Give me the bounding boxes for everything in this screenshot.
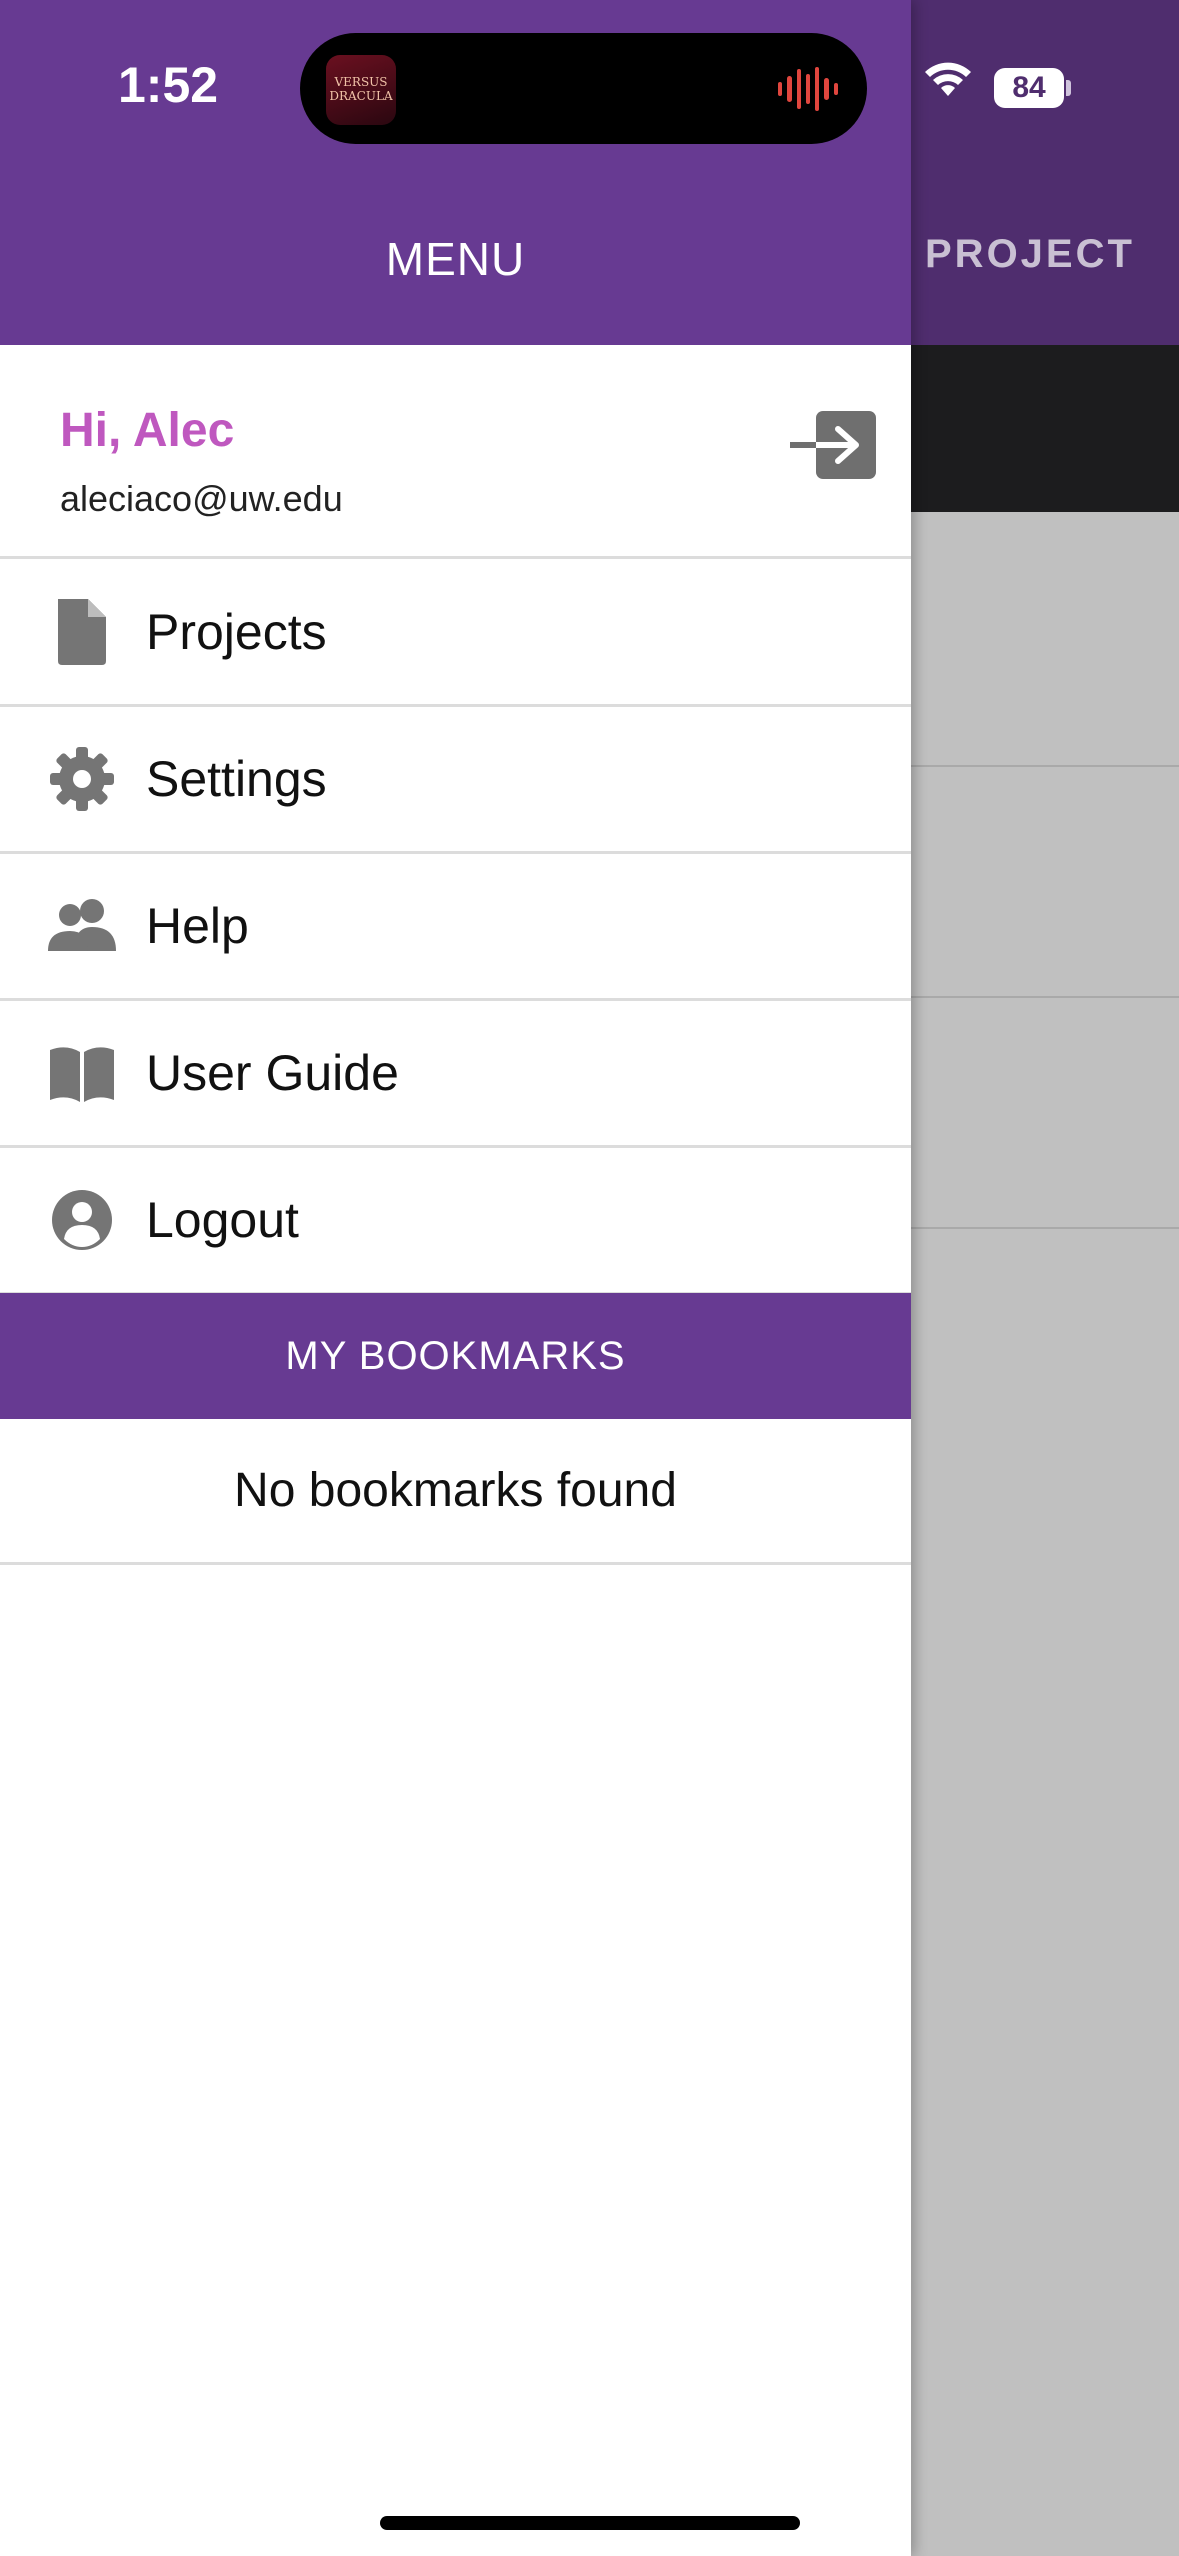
bookmarks-empty-message: No bookmarks found bbox=[0, 1419, 911, 1565]
menu-title: MENU bbox=[385, 233, 526, 285]
user-email: aleciaco@uw.edu bbox=[60, 478, 343, 519]
menu-item-label: Settings bbox=[146, 751, 327, 807]
background-page-title: PROJECT bbox=[925, 232, 1135, 276]
menu-item-settings[interactable]: Settings bbox=[0, 706, 911, 854]
people-icon bbox=[48, 899, 116, 951]
gear-icon bbox=[50, 747, 114, 811]
side-drawer: MENU Hi, Alec aleciaco@uw.edu Projects S… bbox=[0, 0, 911, 2556]
background-divider bbox=[911, 765, 1179, 767]
sign-in-arrow-icon[interactable] bbox=[790, 411, 876, 491]
audio-waveform-icon bbox=[778, 67, 838, 111]
user-profile-section: Hi, Alec aleciaco@uw.edu bbox=[0, 345, 911, 559]
menu-item-label: Projects bbox=[146, 604, 327, 660]
menu-item-projects[interactable]: Projects bbox=[0, 559, 911, 707]
menu-item-logout[interactable]: Logout bbox=[0, 1147, 911, 1295]
document-icon bbox=[58, 599, 106, 665]
battery-tip bbox=[1066, 80, 1071, 96]
menu-item-help[interactable]: Help bbox=[0, 853, 911, 1001]
background-divider bbox=[911, 996, 1179, 998]
dynamic-island[interactable]: VERSUS DRACULA bbox=[300, 33, 867, 144]
now-playing-artwork: VERSUS DRACULA bbox=[326, 55, 396, 125]
bookmarks-header: MY BOOKMARKS bbox=[0, 1293, 911, 1419]
book-icon bbox=[50, 1047, 114, 1102]
menu-item-label: Logout bbox=[146, 1192, 299, 1248]
home-indicator[interactable] bbox=[380, 2516, 800, 2530]
battery-indicator: 84 bbox=[994, 68, 1064, 108]
wifi-icon bbox=[925, 62, 971, 96]
menu-item-user-guide[interactable]: User Guide bbox=[0, 1000, 911, 1148]
user-greeting: Hi, Alec bbox=[60, 404, 235, 457]
menu-item-label: Help bbox=[146, 898, 249, 954]
background-divider bbox=[911, 1227, 1179, 1229]
menu-item-label: User Guide bbox=[146, 1045, 399, 1101]
user-circle-icon bbox=[52, 1190, 112, 1250]
status-time: 1:52 bbox=[118, 57, 219, 113]
